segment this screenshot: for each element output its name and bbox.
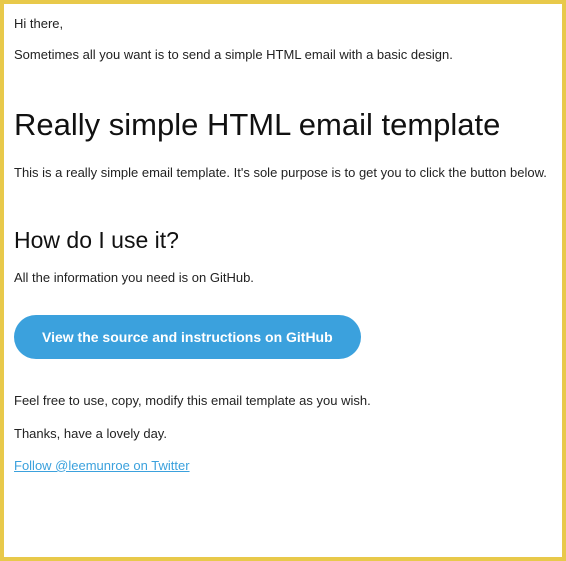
email-container: Hi there, Sometimes all you want is to s… — [0, 0, 566, 561]
intro-text: Sometimes all you want is to send a simp… — [14, 47, 552, 62]
twitter-follow-link[interactable]: Follow @leemunroe on Twitter — [14, 458, 190, 473]
description-text: This is a really simple email template. … — [14, 163, 552, 183]
thanks-text: Thanks, have a lovely day. — [14, 426, 552, 441]
greeting-text: Hi there, — [14, 16, 552, 31]
sub-heading: How do I use it? — [14, 227, 552, 254]
github-info-text: All the information you need is on GitHu… — [14, 270, 552, 285]
view-source-button[interactable]: View the source and instructions on GitH… — [14, 315, 361, 359]
main-heading: Really simple HTML email template — [14, 106, 552, 143]
free-use-text: Feel free to use, copy, modify this emai… — [14, 393, 552, 408]
